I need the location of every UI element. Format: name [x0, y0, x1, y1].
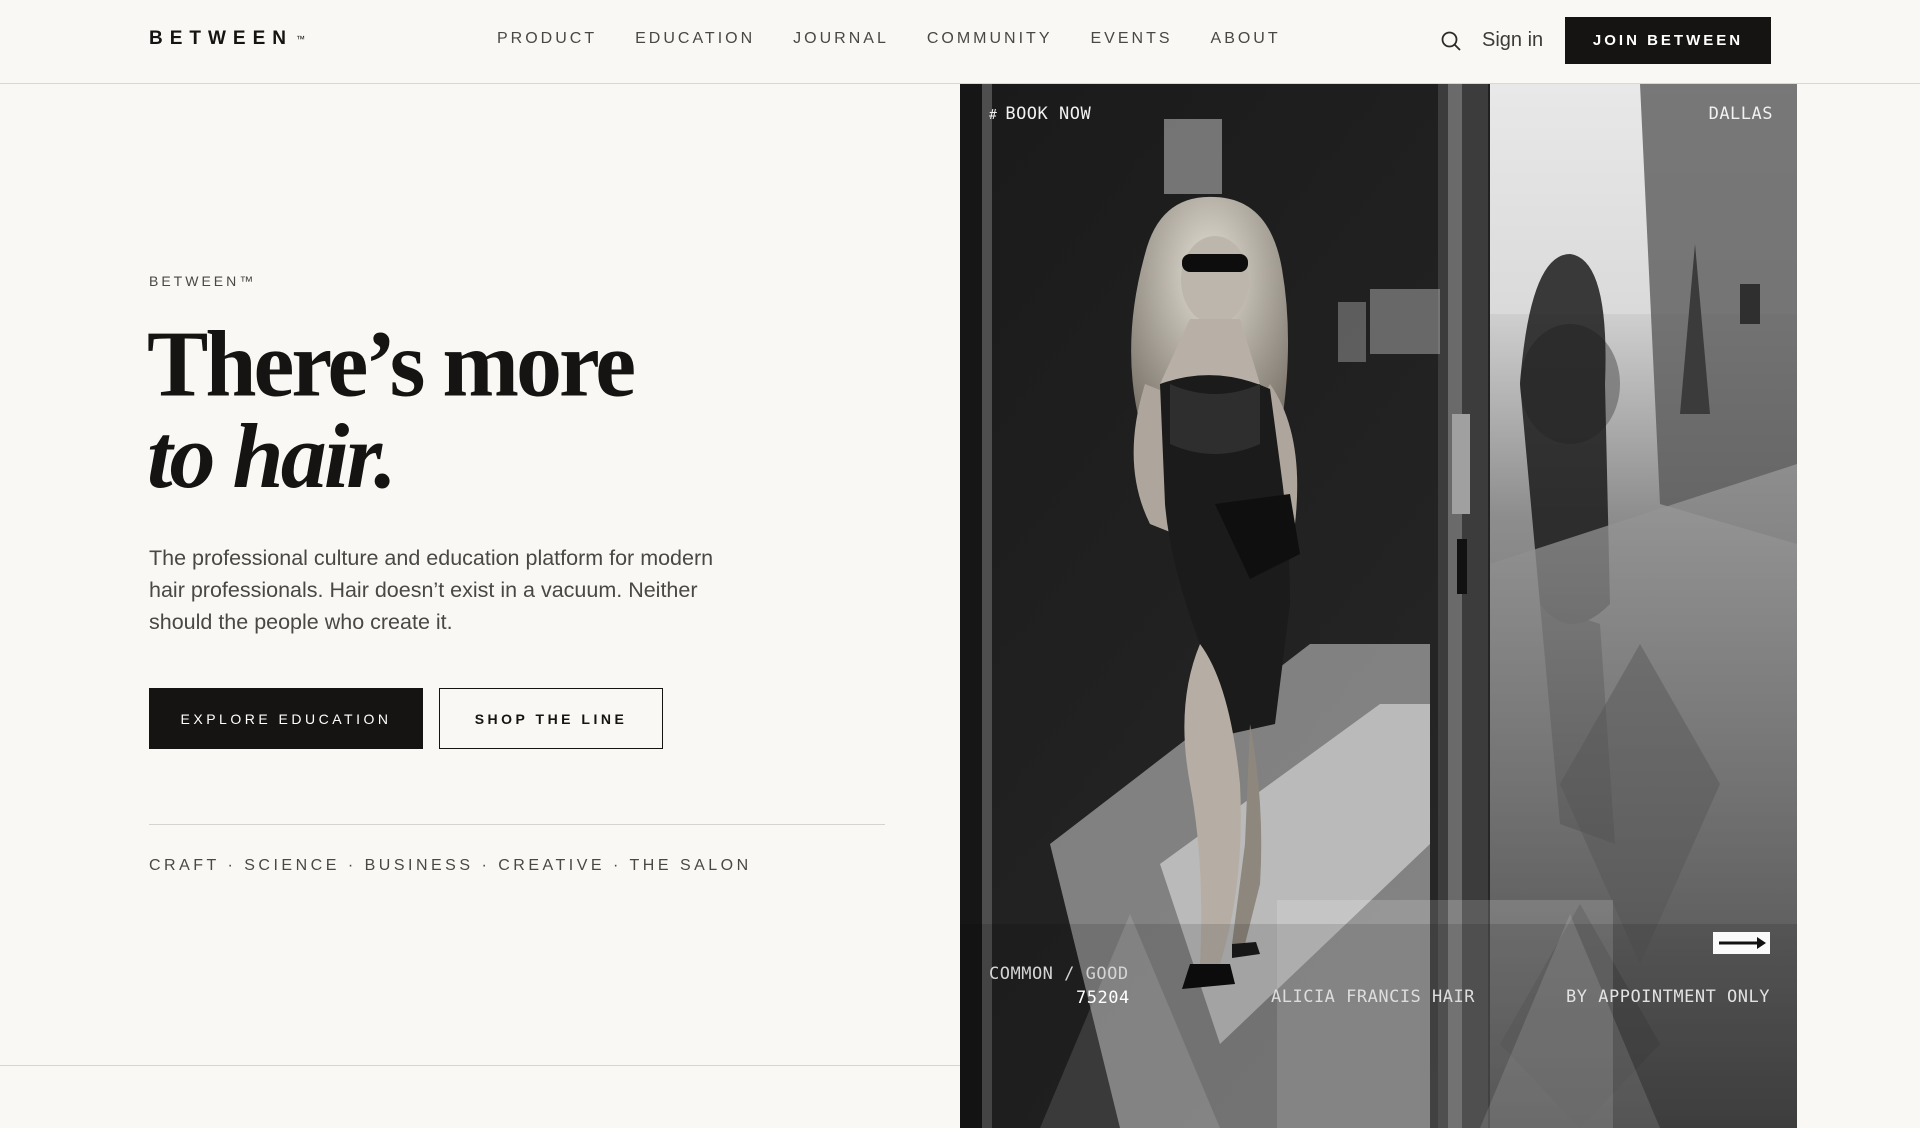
nav-item-education[interactable]: EDUCATION — [635, 30, 755, 48]
arrow-right-icon[interactable] — [1713, 932, 1770, 954]
hero-photo: # BOOK NOW DALLAS COMMON / GOOD 75204 ALI… — [960, 84, 1797, 1128]
nav-item-community[interactable]: COMMUNITY — [927, 30, 1053, 48]
join-button[interactable]: JOIN BETWEEN — [1565, 17, 1771, 64]
salon-name: COMMON / GOOD — [989, 964, 1129, 984]
trademark-mark: ™ — [296, 34, 306, 44]
hash-icon: # — [989, 108, 998, 123]
hero-description: The professional culture and education p… — [149, 546, 714, 634]
shop-the-line-button[interactable]: SHOP THE LINE — [439, 688, 663, 749]
main-nav: PRODUCT EDUCATION JOURNAL COMMUNITY EVEN… — [497, 30, 1319, 48]
nav-item-journal[interactable]: JOURNAL — [793, 30, 889, 48]
location-city: DALLAS — [1708, 104, 1773, 124]
stylist-name: ALICIA FRANCIS HAIR — [1271, 987, 1475, 1007]
sign-in-link[interactable]: Sign in — [1482, 29, 1543, 52]
divider — [149, 824, 885, 825]
search-icon[interactable] — [1439, 29, 1463, 53]
headline-line-1: There’s more — [147, 311, 636, 417]
salon-zip: 75204 — [1076, 988, 1130, 1008]
book-now-link[interactable]: # BOOK NOW — [989, 104, 1091, 124]
nav-item-product[interactable]: PRODUCT — [497, 30, 597, 48]
appointment-note: BY APPOINTMENT ONLY — [1566, 987, 1770, 1007]
nav-item-about[interactable]: ABOUT — [1211, 30, 1281, 48]
book-now-label: BOOK NOW — [1005, 104, 1092, 124]
nav-item-events[interactable]: EVENTS — [1091, 30, 1173, 48]
topic-tags: CRAFT · SCIENCE · BUSINESS · CREATIVE · … — [149, 857, 752, 874]
hero-headline: There’s more to hair. — [147, 311, 636, 507]
site-header: BETWEEN ™ PRODUCT EDUCATION JOURNAL COMM… — [0, 0, 1920, 84]
hero-eyebrow: BETWEEN™ — [149, 273, 257, 289]
explore-education-button[interactable]: EXPLORE EDUCATION — [149, 688, 423, 749]
brand-logo[interactable]: BETWEEN — [149, 28, 293, 50]
headline-line-2: to hair. — [147, 405, 397, 507]
section-divider — [0, 1065, 960, 1066]
